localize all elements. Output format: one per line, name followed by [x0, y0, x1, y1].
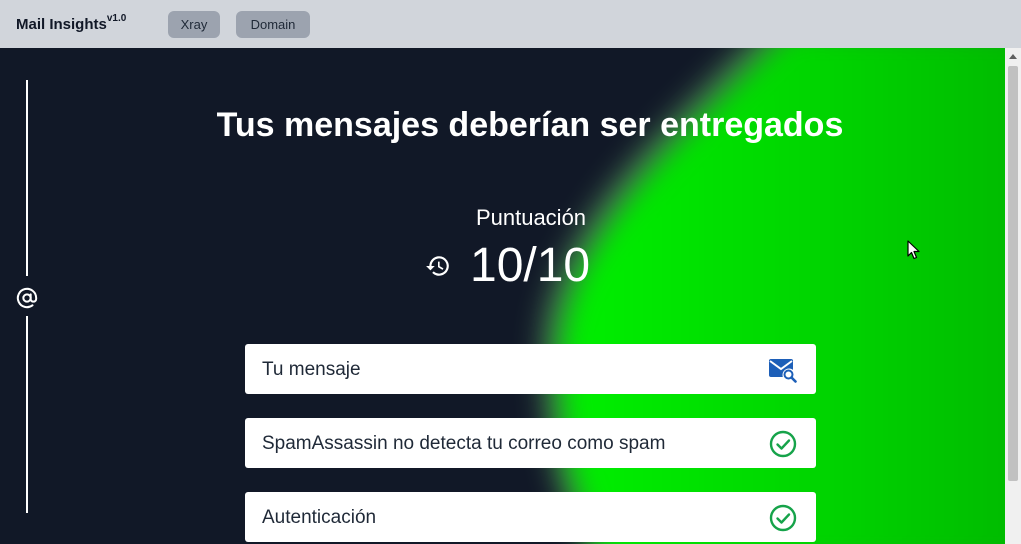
scroll-up-arrow-icon[interactable]: [1009, 54, 1017, 59]
nav-xray-button[interactable]: Xray: [168, 11, 220, 38]
check-card-authentication[interactable]: Autenticación: [245, 492, 816, 542]
check-card-message[interactable]: Tu mensaje: [245, 344, 816, 394]
score-value: 10/10: [470, 239, 591, 292]
vertical-scrollbar[interactable]: [1005, 48, 1021, 544]
check-label: SpamAssassin no detecta tu correo como s…: [262, 433, 666, 454]
app-title: Mail Insightsv1.0: [16, 13, 127, 33]
check-label: Autenticación: [262, 507, 377, 528]
nav-domain-button[interactable]: Domain: [236, 11, 310, 38]
history-icon[interactable]: [425, 253, 451, 279]
app-version: v1.0: [106, 13, 127, 24]
check-label: Tu mensaje: [262, 359, 361, 380]
at-icon[interactable]: [16, 287, 38, 309]
top-bar: Mail Insightsv1.0 Xray Domain: [0, 0, 1021, 48]
mouse-cursor-icon: [907, 240, 920, 260]
result-headline: Tus mensajes deberían ser entregados: [216, 106, 844, 144]
mail-search-icon: [769, 359, 797, 383]
app-name: Mail Insights: [16, 16, 107, 33]
check-circle-icon: [769, 504, 797, 532]
check-circle-icon: [769, 430, 797, 458]
main-panel: Tus mensajes deberían ser entregados Pun…: [0, 48, 1005, 544]
check-card-spamassassin[interactable]: SpamAssassin no detecta tu correo como s…: [245, 418, 816, 468]
scrollbar-thumb[interactable]: [1008, 66, 1018, 481]
sidebar-line-bottom: [26, 316, 28, 513]
score-label: Puntuación: [475, 205, 587, 230]
